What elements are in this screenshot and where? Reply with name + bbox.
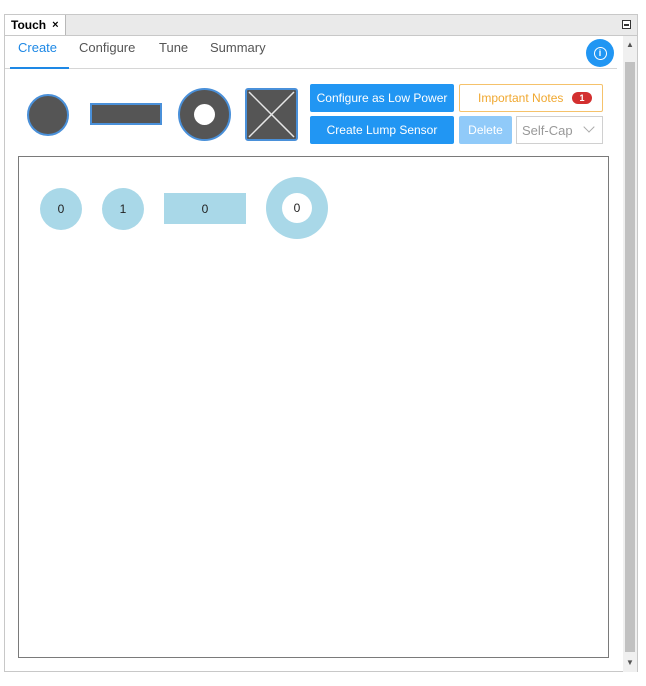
sensor-wheel-0[interactable]: 0 (266, 177, 328, 239)
tab-configure[interactable]: Configure (79, 36, 135, 68)
surface-cross-icon (248, 91, 295, 138)
minimize-icon[interactable] (622, 20, 631, 29)
sensor-button-1[interactable]: 1 (102, 188, 144, 230)
tab-create[interactable]: Create (9, 36, 70, 69)
important-notes-label: Important Notes (478, 91, 564, 105)
configure-low-power-button[interactable]: Configure as Low Power (310, 84, 454, 112)
wheel-shape-icon[interactable] (178, 88, 231, 141)
surface-shape-icon[interactable] (245, 88, 298, 141)
close-icon[interactable]: × (52, 19, 58, 31)
view-titlebar: Touch × (5, 15, 637, 36)
info-icon: i (593, 46, 607, 60)
tab-summary[interactable]: Summary (210, 36, 266, 68)
sensor-slider-0[interactable]: 0 (164, 193, 246, 224)
notes-count-badge: 1 (572, 92, 592, 104)
sensor-wheel-label: 0 (282, 193, 312, 223)
create-lump-sensor-button[interactable]: Create Lump Sensor (310, 116, 454, 144)
touch-view-panel: Touch × Create Configure Tune Summary i … (4, 14, 638, 672)
scroll-up-icon[interactable]: ▲ (623, 38, 637, 52)
scroll-down-icon[interactable]: ▼ (623, 656, 637, 670)
chevron-down-icon (583, 121, 595, 133)
sensing-mode-value: Self-Cap (522, 122, 573, 138)
sensing-mode-select[interactable]: Self-Cap (516, 116, 603, 144)
slider-shape-icon[interactable] (90, 103, 162, 125)
button-shape-icon[interactable] (27, 94, 69, 136)
sensor-canvas[interactable]: 0 1 0 0 (18, 156, 609, 658)
view-tab-touch[interactable]: Touch × (5, 15, 66, 35)
vertical-scrollbar[interactable]: ▲ ▼ (623, 36, 637, 672)
tab-tune[interactable]: Tune (159, 36, 188, 68)
info-button[interactable]: i (586, 39, 614, 67)
scroll-thumb[interactable] (625, 62, 635, 652)
sensor-button-0[interactable]: 0 (40, 188, 82, 230)
delete-button[interactable]: Delete (459, 116, 512, 144)
important-notes-button[interactable]: Important Notes 1 (459, 84, 603, 112)
tab-bar: Create Configure Tune Summary (5, 36, 617, 69)
view-title: Touch (11, 18, 47, 32)
